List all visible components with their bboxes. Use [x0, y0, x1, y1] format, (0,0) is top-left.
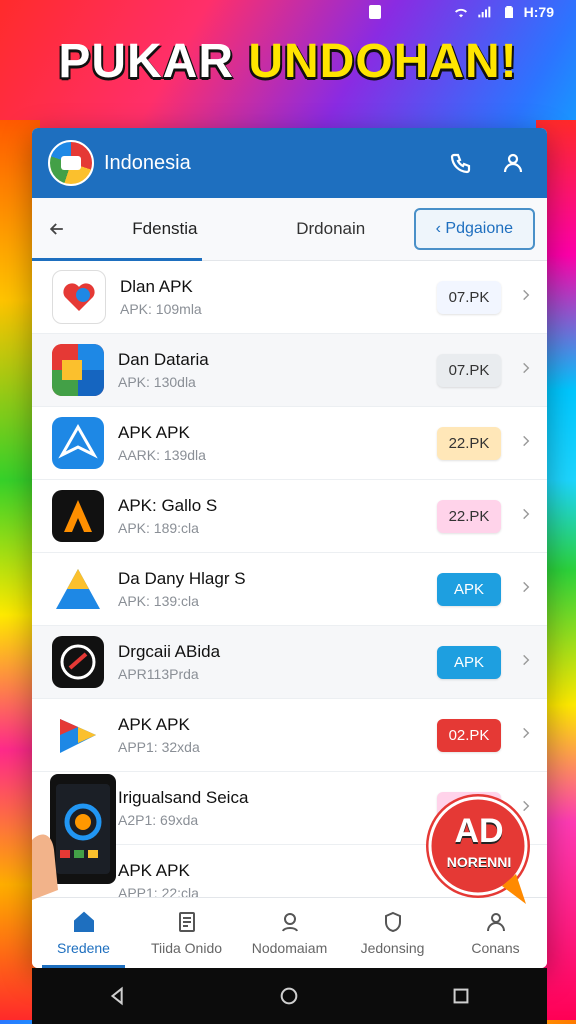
- app-badge: 22.PK: [437, 499, 501, 533]
- app-badge: APK: [437, 645, 501, 679]
- wifi-icon: [454, 8, 467, 18]
- chevron-right-icon: [519, 288, 533, 307]
- app-title: APK APK: [118, 715, 190, 734]
- app-icon-triangle: [52, 563, 104, 615]
- app-icon-map-pin: [52, 709, 104, 761]
- nav-item-tiida-onido[interactable]: Tiida Onido: [135, 898, 238, 968]
- headline-word-1: PUKAR: [58, 35, 234, 88]
- app-title: Drgcaii ABida: [118, 642, 221, 661]
- app-badge: 07.PK: [437, 280, 501, 314]
- phone-in-hand-image: [32, 774, 116, 900]
- headline: PUKAR UNDOHAN!: [0, 34, 576, 89]
- app-icon-circle-logo: [52, 636, 104, 688]
- app-title: Dlan APK: [120, 277, 193, 296]
- alert-icon: [369, 5, 381, 19]
- nav-item-nodomaiam[interactable]: Nodomaiam: [238, 898, 341, 968]
- chevron-right-icon: [519, 653, 533, 672]
- status-time: H:79: [523, 4, 554, 20]
- app-subtitle: APK: 189:cla: [118, 520, 199, 536]
- ad-sticker-subtitle: NORENNI: [446, 854, 512, 870]
- recents-square-icon[interactable]: [450, 985, 472, 1007]
- app-subtitle: APK: 109mla: [120, 301, 202, 317]
- document-icon: [178, 912, 195, 932]
- ad-sticker-title: AD: [454, 812, 504, 850]
- app-subtitle: APP1: 32xda: [118, 739, 200, 755]
- tab-fdenstia[interactable]: Fdenstia: [82, 199, 248, 259]
- app-title: Irigualsand Seica: [118, 788, 249, 807]
- chevron-right-icon: [519, 580, 533, 599]
- app-title: APK: Gallo S: [118, 496, 218, 515]
- list-item[interactable]: Dan Dataria APK: 130dla 07.PK: [32, 334, 547, 407]
- back-triangle-icon[interactable]: [107, 985, 129, 1007]
- app-icon-plane: [52, 417, 104, 469]
- ad-sticker[interactable]: AD NORENNI: [422, 790, 536, 910]
- app-badge: 22.PK: [437, 426, 501, 460]
- app-title: Dan Dataria: [118, 350, 209, 369]
- nav-label: Jedonsing: [360, 940, 425, 956]
- chevron-right-icon: [519, 726, 533, 745]
- user-icon[interactable]: [495, 145, 531, 181]
- shield-icon: [384, 911, 401, 933]
- signal-icon: [477, 6, 490, 18]
- battery-icon: [504, 6, 513, 18]
- tabs: Fdenstia Drdonain ‹ Pdgaione: [32, 198, 547, 261]
- app-subtitle: APK: 139:cla: [118, 593, 199, 609]
- app-badge: 02.PK: [437, 718, 501, 752]
- nav-item-sredene[interactable]: Sredene: [32, 898, 135, 968]
- chat-user-icon: [281, 913, 298, 932]
- pdgaione-button[interactable]: ‹ Pdgaione: [413, 208, 536, 250]
- nav-label: Conans: [471, 940, 520, 956]
- list-item[interactable]: APK: Gallo S APK: 189:cla 22.PK: [32, 480, 547, 553]
- list-item[interactable]: Dlan APK APK: 109mla 07.PK: [32, 261, 547, 334]
- headline-word-2: UNDOHAN!: [248, 35, 518, 88]
- user-icon: [486, 913, 505, 932]
- app-icon-grid: [52, 344, 104, 396]
- list-item[interactable]: Drgcaii ABida APR113Prda APK: [32, 626, 547, 699]
- home-circle-icon[interactable]: [278, 985, 300, 1007]
- app-title: Da Dany Hlagr S: [118, 569, 246, 588]
- nav-label: Sredene: [57, 940, 110, 956]
- app-title: APK APK: [118, 423, 190, 442]
- chevron-right-icon: [519, 361, 533, 380]
- list-item[interactable]: APK APK APP1: 32xda 02.PK: [32, 699, 547, 772]
- app-subtitle: APR113Prda: [118, 666, 199, 682]
- app-logo: [48, 140, 94, 186]
- chevron-right-icon: [519, 434, 533, 453]
- app-subtitle: A2P1: 69xda: [118, 812, 199, 828]
- status-bar: H:79: [0, 0, 576, 24]
- app-icon-heart: [52, 270, 106, 324]
- app-icon-letter-a: [52, 490, 104, 542]
- app-bar: Indonesia: [32, 128, 547, 198]
- nav-label: Tiida Onido: [150, 940, 223, 956]
- back-arrow-icon[interactable]: [32, 219, 82, 239]
- status-icons: H:79: [452, 4, 554, 20]
- list-item[interactable]: Da Dany Hlagr S APK: 139:cla APK: [32, 553, 547, 626]
- android-nav-bar: [32, 968, 547, 1024]
- app-subtitle: AARK: 139dla: [118, 447, 206, 463]
- list-item[interactable]: APK APK AARK: 139dla 22.PK: [32, 407, 547, 480]
- nav-label: Nodomaiam: [251, 940, 328, 956]
- chevron-right-icon: [519, 507, 533, 526]
- app-badge: APK: [437, 572, 501, 606]
- phone-icon[interactable]: [443, 145, 479, 181]
- home-icon: [73, 911, 94, 932]
- app-badge: 07.PK: [437, 353, 501, 387]
- app-subtitle: APK: 130dla: [118, 374, 196, 390]
- tab-drdonain[interactable]: Drdonain: [248, 199, 414, 259]
- app-title: Indonesia: [104, 151, 191, 174]
